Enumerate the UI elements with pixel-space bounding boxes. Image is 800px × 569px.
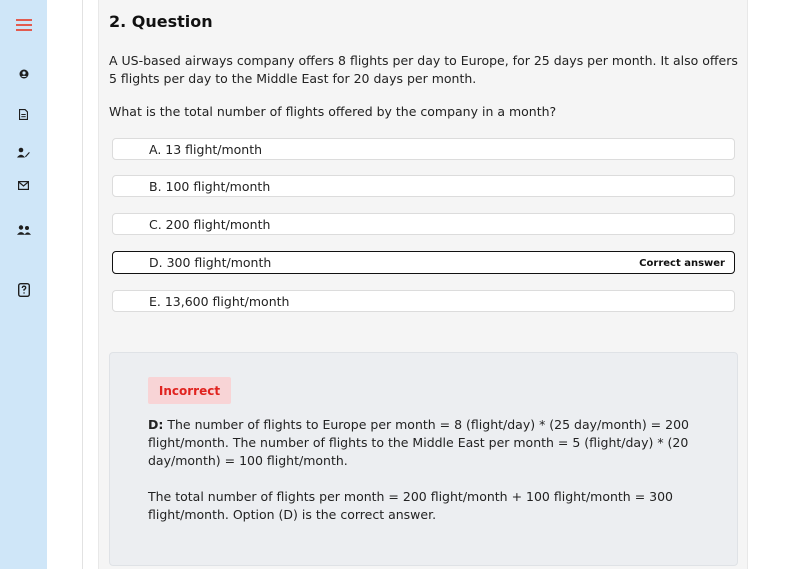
answer-option-c[interactable]: C. 200 flight/month <box>112 213 735 235</box>
mail-icon[interactable] <box>0 177 47 193</box>
sidebar <box>0 0 47 569</box>
explanation-text-1: The number of flights to Europe per mont… <box>148 417 689 468</box>
answer-option-d[interactable]: D. 300 flight/month Correct answer <box>112 251 735 274</box>
answer-option-b[interactable]: B. 100 flight/month <box>112 175 735 197</box>
option-label: B. 100 flight/month <box>149 179 271 194</box>
option-label: A. 13 flight/month <box>149 142 263 157</box>
menu-icon[interactable] <box>0 17 47 33</box>
question-text: A US-based airways company offers 8 flig… <box>109 53 738 86</box>
answer-option-a[interactable]: A. 13 flight/month <box>112 138 735 160</box>
question-prompt: What is the total number of flights offe… <box>109 104 557 119</box>
document-icon[interactable] <box>0 106 47 122</box>
user-edit-icon[interactable] <box>0 144 47 160</box>
page-divider <box>82 0 83 569</box>
explanation-paragraph-2: The total number of flights per month = … <box>148 489 674 522</box>
quiz-icon[interactable] <box>0 282 47 298</box>
explanation-lead: D: <box>148 417 164 432</box>
user-icon[interactable] <box>0 66 47 82</box>
answer-option-e[interactable]: E. 13,600 flight/month <box>112 290 735 312</box>
question-title: 2. Question <box>109 12 213 31</box>
users-icon[interactable] <box>0 222 47 238</box>
correct-answer-tag: Correct answer <box>639 258 725 269</box>
option-label: E. 13,600 flight/month <box>149 294 290 309</box>
option-label: C. 200 flight/month <box>149 217 271 232</box>
result-badge: Incorrect <box>148 377 231 404</box>
option-label: D. 300 flight/month <box>149 255 272 270</box>
explanation-paragraph-1: D: The number of flights to Europe per m… <box>148 416 708 470</box>
